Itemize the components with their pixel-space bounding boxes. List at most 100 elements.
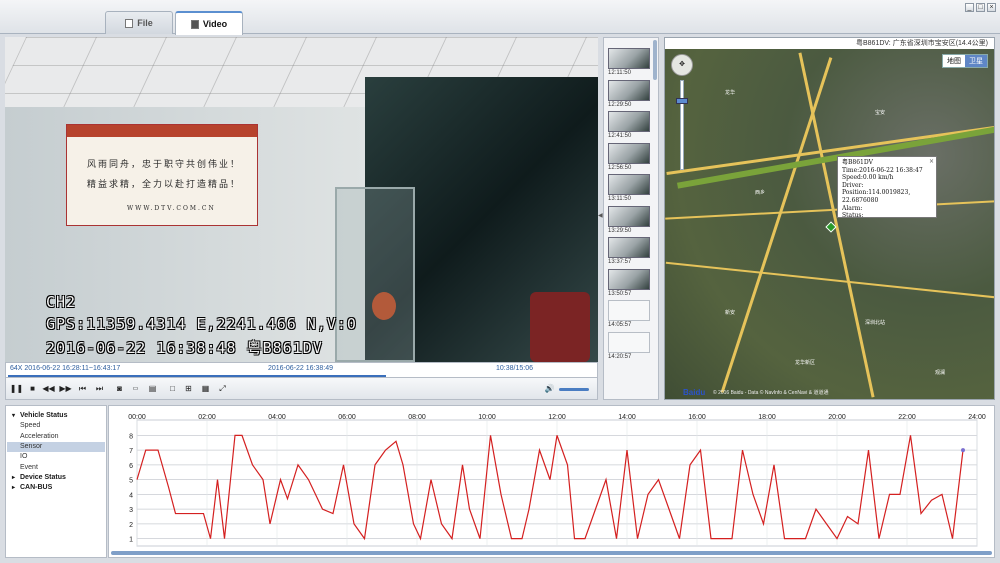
collapse-arrow-icon[interactable]: ◀ — [598, 212, 603, 219]
chair — [530, 292, 590, 362]
tree-item[interactable]: Event — [20, 463, 38, 473]
pause-icon[interactable]: ❚❚ — [10, 383, 23, 394]
collapsed-caret-icon[interactable]: ▸ — [12, 483, 20, 493]
timeline-progress[interactable] — [8, 375, 386, 377]
minimize-icon[interactable]: _ — [965, 3, 974, 12]
tab-video-label: Video — [202, 19, 228, 29]
timeline-current: 2016-06-22 16:38:49 — [268, 365, 333, 372]
playback-controls: ❚❚ ■ ◀◀ ▶▶ ⏮ ⏭ ◙ ▭ ▤ □ ⊞ ▦ ⤢ 🔊 — [5, 378, 598, 400]
baidu-logo: Baidu — [683, 388, 706, 397]
map-panel[interactable]: 龙华 宝安 西乡 民治 新安 深圳北站 龙华新区 观澜 粤B861DV: 广东省… — [664, 37, 995, 400]
map-type-map[interactable]: 地图 — [943, 55, 965, 67]
multi-view-icon[interactable]: ▦ — [200, 383, 211, 394]
y-tick-label: 3 — [129, 507, 133, 514]
popup-speed: Speed:0.00 km/h — [842, 174, 894, 182]
chart-scrollbar[interactable] — [111, 551, 992, 555]
thumbnail-image — [608, 142, 650, 164]
thumbnail-item[interactable]: 13:29:50 — [608, 205, 650, 234]
thumbnail-item[interactable]: 13:50:57 — [608, 268, 650, 297]
tab-video[interactable]: Video — [175, 11, 243, 35]
map-label: 西乡 — [755, 190, 766, 196]
thumbnail-time: 12:41:50 — [608, 133, 632, 139]
x-tick-label: 20:00 — [828, 414, 846, 421]
osd-channel: CH2 — [46, 293, 77, 311]
close-icon[interactable]: × — [987, 3, 996, 12]
map-label: 深圳北站 — [865, 320, 886, 326]
rewind-icon[interactable]: ◀◀ — [42, 383, 54, 394]
timeline-position: 10:38/15:06 — [496, 365, 533, 372]
vehicle-info-popup: × 粤B861DV Time:2016-06-22 16:38:47 Speed… — [837, 156, 937, 219]
thumbnail-item[interactable]: 12:29:50 — [608, 79, 650, 108]
quad-view-icon[interactable]: ⊞ — [183, 383, 194, 394]
snapshot-icon[interactable]: ◙ — [114, 383, 125, 394]
restore-icon[interactable]: □ — [976, 3, 985, 12]
popup-driver: Driver: — [842, 181, 864, 189]
video-timeline[interactable]: 64X 2016-06-22 16:28:11~16:43:17 2016-06… — [5, 362, 598, 378]
x-tick-label: 04:00 — [268, 414, 286, 421]
volume-icon[interactable]: 🔊 — [544, 383, 555, 394]
osd-datetime: 2016-06-22 16:38:48 粤B861DV — [46, 339, 323, 357]
thumbnail-image — [608, 268, 650, 290]
next-frame-icon[interactable]: ⏭ — [94, 383, 105, 394]
tree-item[interactable]: IO — [20, 452, 27, 462]
fast-forward-icon[interactable]: ▶▶ — [59, 383, 71, 394]
thumbnail-item[interactable]: 13:37:57 — [608, 237, 650, 265]
tree-group[interactable]: ▾ Vehicle Status — [12, 411, 67, 421]
data-tree: ▾ Vehicle Status Speed Acceleration Sensor IO… — [5, 405, 107, 558]
x-tick-label: 00:00 — [128, 414, 146, 421]
thumbnail-item[interactable]: 12:56:50 — [608, 142, 650, 171]
osd-gps: GPS:11359.4314 E,2241.466 N,V:0 — [46, 315, 357, 333]
thumbnail-time: 13:37:57 — [608, 259, 632, 265]
tab-file[interactable]: File — [105, 11, 173, 34]
prev-frame-icon[interactable]: ⏮ — [77, 383, 88, 394]
thumbnail-time: 13:11:50 — [608, 196, 631, 202]
thumbnail-scrollbar[interactable] — [653, 40, 657, 80]
y-tick-label: 7 — [129, 448, 133, 455]
zoom-handle[interactable] — [676, 98, 688, 104]
thumbnail-strip[interactable]: 12:11:50 12:29:50 12:41:50 12:56:50 13:11:50… — [603, 37, 659, 400]
thumbnail-item[interactable]: 14:05:57 — [608, 300, 650, 328]
video-player[interactable]: 风雨同舟，忠于职守共创伟业！ 精益求精，全力以赴打造精品！ WWW.DTV.CO… — [5, 37, 598, 362]
tree-item[interactable]: Speed — [20, 421, 40, 431]
map-label: 新安 — [725, 310, 736, 316]
x-tick-label: 24:00 — [968, 414, 986, 421]
thumbnail-item[interactable]: 12:41:50 — [608, 111, 650, 139]
file-icon — [125, 18, 134, 28]
popup-position: Position:114.0019823, 22.6876080 — [842, 189, 911, 204]
thumbnail-image — [608, 300, 650, 321]
pan-control-icon[interactable]: ✥ — [671, 54, 693, 76]
x-tick-label: 16:00 — [688, 414, 706, 421]
close-icon[interactable]: × — [929, 158, 934, 166]
fullscreen-icon[interactable]: ⤢ — [217, 383, 228, 394]
print-icon[interactable]: ▤ — [147, 383, 158, 394]
thumbnail-item[interactable]: 13:11:50 — [608, 174, 650, 202]
tree-item[interactable]: Sensor — [7, 441, 105, 452]
map-copyright: © 2016 Baidu - Data © NavInfo & CenNavi … — [713, 390, 829, 396]
tree-label: Device Status — [20, 473, 66, 481]
stop-icon[interactable]: ■ — [27, 383, 38, 394]
data-point — [961, 448, 965, 453]
zoom-slider[interactable] — [680, 80, 684, 170]
thumbnail-item[interactable]: 12:11:50 — [608, 48, 650, 76]
map-label: 宝安 — [875, 110, 886, 116]
volume-slider[interactable] — [559, 388, 589, 391]
x-tick-label: 12:00 — [548, 414, 566, 421]
sensor-chart[interactable]: 1 2 3 4 5 6 7 8 00:00 02:00 04:00 06:00 08:00 10:00 12… — [108, 405, 995, 558]
tree-item[interactable]: Acceleration — [20, 432, 59, 442]
expanded-caret-icon[interactable]: ▾ — [12, 411, 20, 421]
y-tick-label: 6 — [129, 463, 133, 470]
x-tick-label: 06:00 — [338, 414, 356, 421]
full-icon[interactable]: ▭ — [130, 383, 141, 394]
single-view-icon[interactable]: □ — [167, 383, 178, 394]
thumbnail-time: 14:20:57 — [608, 353, 632, 360]
collapsed-caret-icon[interactable]: ▸ — [12, 473, 20, 483]
tree-label: Speed — [20, 422, 41, 430]
tree-group[interactable]: ▸ CAN-BUS — [12, 483, 52, 493]
map-type-satellite[interactable]: 卫星 — [965, 55, 987, 67]
video-icon — [190, 19, 199, 29]
door-frame — [335, 187, 415, 362]
thumbnail-item[interactable]: 14:20:57 — [608, 331, 650, 360]
tree-group[interactable]: ▸ Device Status — [12, 473, 66, 483]
x-tick-label: 10:00 — [478, 414, 496, 421]
thumbnail-image — [608, 174, 650, 195]
